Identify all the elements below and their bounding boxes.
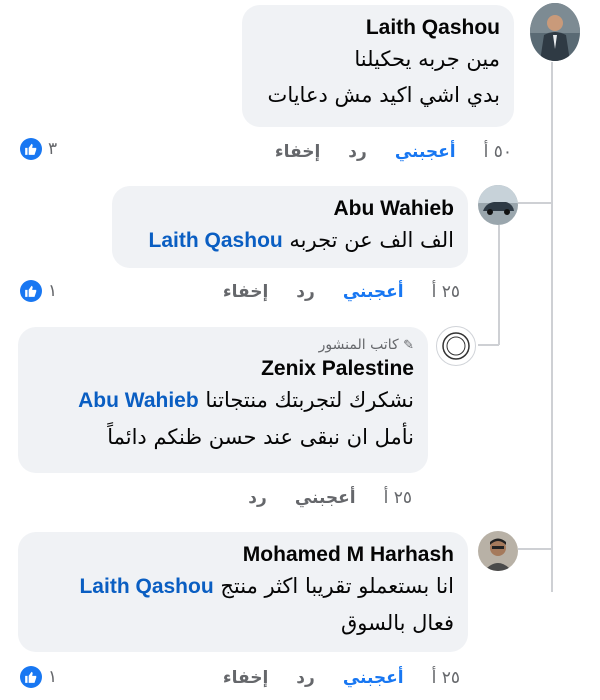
comment-actions: ٢٥ أ أعجبني رد <box>220 488 412 508</box>
like-button[interactable]: أعجبني <box>343 668 404 688</box>
avatar-photo-icon <box>530 3 580 61</box>
avatar[interactable] <box>436 326 476 366</box>
comment-time[interactable]: ٥٠ أ <box>484 142 512 162</box>
reaction-summary[interactable]: ١ <box>20 280 57 302</box>
comment-bubble: Abu Wahieb الف الف عن تجربه Laith Qashou <box>112 186 468 268</box>
comment-time[interactable]: ٢٥ أ <box>432 282 460 302</box>
avatar[interactable] <box>478 531 518 571</box>
comment-body: الف الف عن تجربه <box>289 228 454 252</box>
post-author-badge: ✎ كاتب المنشور <box>32 335 414 356</box>
mention-link[interactable]: Abu Wahieb <box>78 389 199 412</box>
reaction-count: ٣ <box>48 139 58 159</box>
like-button[interactable]: أعجبني <box>343 282 404 302</box>
avatar-car-icon <box>478 185 518 225</box>
comment-text: مين جربه يحكيلنا <box>354 47 500 71</box>
thread-line-sub <box>498 225 500 345</box>
avatar[interactable] <box>478 185 518 225</box>
mention-link[interactable]: Laith Qashou <box>149 229 283 252</box>
reaction-count: ١ <box>48 281 58 301</box>
hide-button[interactable]: إخفاء <box>223 282 268 302</box>
reaction-count: ١ <box>48 667 58 687</box>
hide-button[interactable]: إخفاء <box>275 142 320 162</box>
hide-button[interactable]: إخفاء <box>223 668 268 688</box>
thread-branch <box>478 344 499 346</box>
reply-button[interactable]: رد <box>296 282 315 302</box>
comment-time[interactable]: ٢٥ أ <box>384 488 412 508</box>
reply-button[interactable]: رد <box>248 488 267 508</box>
like-button[interactable]: أعجبني <box>395 142 456 162</box>
avatar[interactable] <box>530 3 580 61</box>
comment-actions: ٢٥ أ أعجبني رد إخفاء <box>195 282 460 302</box>
comment-bubble: Mohamed M Harhash انا بستعملو تقريبا اكث… <box>18 532 468 652</box>
avatar-photo-icon <box>478 531 518 571</box>
comment-author[interactable]: Mohamed M Harhash <box>32 542 454 568</box>
reaction-summary[interactable]: ١ <box>20 666 57 688</box>
comment-author[interactable]: Laith Qashou <box>256 15 500 41</box>
comment-author[interactable]: Abu Wahieb <box>126 196 454 222</box>
comment-text: انا بستعملو تقريبا اكثر منتج Laith Qasho… <box>32 568 454 605</box>
comment-bubble: Laith Qashou مين جربه يحكيلنا بدي اشي اك… <box>242 5 514 127</box>
like-icon <box>20 666 42 688</box>
comment-text: فعال بالسوق <box>340 611 454 635</box>
mention-link[interactable]: Laith Qashou <box>79 575 213 598</box>
reaction-summary[interactable]: ٣ <box>20 138 57 160</box>
thread-line-main <box>551 62 553 592</box>
thread-branch <box>518 202 552 204</box>
comment-actions: ٢٥ أ أعجبني رد إخفاء <box>195 668 460 688</box>
comment-text: الف الف عن تجربه Laith Qashou <box>126 222 454 259</box>
comment-text: نأمل ان نبقى عند حسن ظنكم دائماً <box>107 425 414 449</box>
comment-body: انا بستعملو تقريبا اكثر منتج <box>220 574 454 598</box>
comment-author[interactable]: Zenix Palestine <box>32 356 414 382</box>
comment-text: نشكرك لتجربتك منتجاتنا Abu Wahieb <box>32 382 414 419</box>
thread-branch <box>518 548 552 550</box>
zenix-logo-icon <box>442 332 470 360</box>
pencil-icon: ✎ <box>403 338 414 353</box>
like-button[interactable]: أعجبني <box>295 488 356 508</box>
comment-bubble: ✎ كاتب المنشور Zenix Palestine نشكرك لتج… <box>18 327 428 473</box>
badge-label: كاتب المنشور <box>318 337 399 353</box>
comment-text: بدي اشي اكيد مش دعايات <box>267 83 500 107</box>
like-icon <box>20 280 42 302</box>
comment-actions: ٥٠ أ أعجبني رد إخفاء <box>247 142 512 162</box>
comment-body: نشكرك لتجربتك منتجاتنا <box>205 388 414 412</box>
reply-button[interactable]: رد <box>348 142 367 162</box>
like-icon <box>20 138 42 160</box>
comment-time[interactable]: ٢٥ أ <box>432 668 460 688</box>
reply-button[interactable]: رد <box>296 668 315 688</box>
